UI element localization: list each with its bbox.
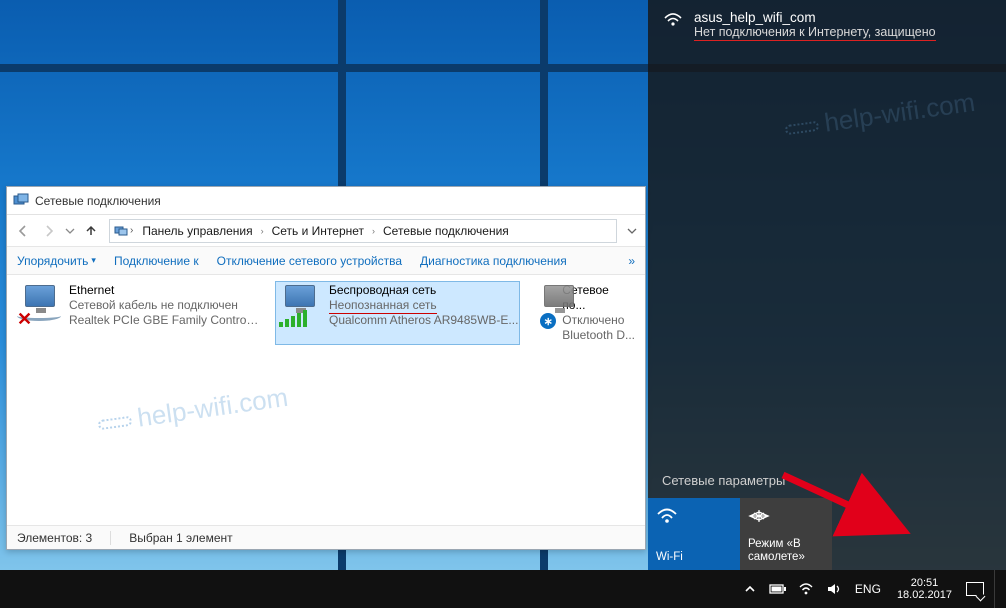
- conn-name: Ethernet: [69, 283, 259, 298]
- connection-wireless[interactable]: Беспроводная сеть Неопознанная сеть Qual…: [275, 281, 520, 345]
- network-flyout: asus_help_wifi_com Нет подключения к Инт…: [648, 0, 1006, 570]
- content-area[interactable]: ✕ Ethernet Сетевой кабель не подключен R…: [7, 275, 645, 525]
- conn-status: Неопознанная сеть: [329, 298, 518, 313]
- breadcrumb-dropdown-icon[interactable]: [623, 226, 641, 236]
- tile-label: Режим «В самолете»: [748, 538, 824, 564]
- toolbar-diagnose[interactable]: Диагностика подключения: [420, 254, 567, 268]
- tile-wifi[interactable]: Wi-Fi: [648, 498, 740, 570]
- clock[interactable]: 20:51 18.02.2017: [893, 577, 956, 601]
- conn-status: Отключено: [562, 313, 635, 328]
- tile-airplane-mode[interactable]: Режим «В самолете»: [740, 498, 832, 570]
- network-connections-window: Сетевые подключения › Панель управления …: [6, 186, 646, 550]
- quick-tiles: Wi-Fi Режим «В самолете»: [648, 498, 832, 570]
- conn-name: Беспроводная сеть: [329, 283, 518, 298]
- wifi-icon: [277, 283, 321, 327]
- show-desktop-button[interactable]: [994, 570, 1000, 608]
- address-bar: › Панель управления › Сеть и Интернет › …: [7, 215, 645, 247]
- toolbar-overflow-icon[interactable]: »: [628, 254, 635, 268]
- window-title: Сетевые подключения: [35, 194, 161, 208]
- tray-overflow-icon[interactable]: [741, 580, 759, 598]
- toolbar-organize[interactable]: Упорядочить▾: [17, 254, 96, 268]
- conn-device: Realtek PCIe GBE Family Controller: [69, 313, 259, 328]
- crumb-chevron-icon[interactable]: ›: [130, 225, 136, 236]
- tile-label: Wi-Fi: [656, 551, 732, 564]
- language-indicator[interactable]: ENG: [853, 582, 883, 596]
- command-bar: Упорядочить▾ Подключение к Отключение се…: [7, 247, 645, 275]
- titlebar[interactable]: Сетевые подключения: [7, 187, 645, 215]
- bluetooth-network-icon: ∗: [536, 283, 554, 327]
- connection-ethernet[interactable]: ✕ Ethernet Сетевой кабель не подключен R…: [15, 281, 261, 345]
- network-settings-link[interactable]: Сетевые параметры: [662, 473, 785, 488]
- volume-icon[interactable]: [825, 580, 843, 598]
- nav-back-button[interactable]: [11, 219, 35, 243]
- wifi-icon: [656, 504, 732, 528]
- status-item-count: Элементов: 3: [17, 531, 92, 545]
- airplane-icon: [748, 504, 824, 528]
- conn-device: Qualcomm Atheros AR9485WB-E...: [329, 313, 518, 328]
- watermark: help-wifi.com: [96, 382, 290, 439]
- status-bar: Элементов: 3 Выбран 1 элемент: [7, 525, 645, 549]
- nav-recent-icon[interactable]: [63, 226, 77, 236]
- crumb-chevron-icon: ›: [370, 226, 377, 236]
- clock-date: 18.02.2017: [897, 589, 952, 601]
- status-selected: Выбран 1 элемент: [129, 531, 232, 545]
- crumb-network-connections[interactable]: Сетевые подключения: [379, 224, 513, 238]
- watermark: help-wifi.com: [783, 87, 977, 144]
- conn-device: Bluetooth D...: [562, 328, 635, 343]
- network-ssid: asus_help_wifi_com: [694, 10, 936, 25]
- wifi-icon: [662, 10, 684, 39]
- toolbar-disable-device[interactable]: Отключение сетевого устройства: [217, 254, 402, 268]
- ethernet-icon: ✕: [17, 283, 61, 327]
- wifi-tray-icon[interactable]: [797, 580, 815, 598]
- current-network-item[interactable]: asus_help_wifi_com Нет подключения к Инт…: [648, 0, 1006, 45]
- battery-icon[interactable]: [769, 580, 787, 598]
- network-connections-icon: [13, 193, 29, 209]
- conn-status: Сетевой кабель не подключен: [69, 298, 259, 313]
- toolbar-connect-to[interactable]: Подключение к: [114, 254, 199, 268]
- breadcrumb-root-icon[interactable]: [114, 224, 128, 238]
- crumb-control-panel[interactable]: Панель управления: [138, 224, 256, 238]
- action-center-icon[interactable]: [966, 580, 984, 598]
- desktop-wallpaper: Сетевые подключения › Панель управления …: [0, 0, 1006, 570]
- clock-time: 20:51: [897, 577, 952, 589]
- nav-up-button[interactable]: [79, 219, 103, 243]
- breadcrumb[interactable]: › Панель управления › Сеть и Интернет › …: [109, 219, 617, 243]
- taskbar[interactable]: ENG 20:51 18.02.2017: [0, 570, 1006, 608]
- crumb-chevron-icon: ›: [259, 226, 266, 236]
- network-status: Нет подключения к Интернету, защищено: [694, 25, 936, 39]
- nav-forward-button[interactable]: [37, 219, 61, 243]
- crumb-network-internet[interactable]: Сеть и Интернет: [268, 224, 368, 238]
- connection-bluetooth[interactable]: ∗ Сетевое по... Отключено Bluetooth D...: [534, 281, 637, 345]
